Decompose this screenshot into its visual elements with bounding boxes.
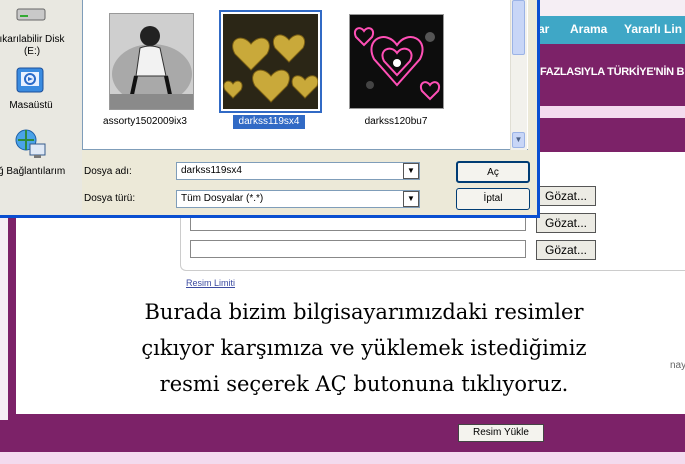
file-thumbnail-darkss119sx4[interactable] bbox=[223, 14, 318, 109]
drive-icon[interactable] bbox=[16, 6, 46, 22]
cancel-button[interactable]: İptal bbox=[456, 188, 530, 210]
pink-divider bbox=[530, 106, 685, 118]
tutorial-caption-text: Burada bizim bilgisayarımızdaki resimler… bbox=[70, 294, 658, 402]
places-item-removable-disk[interactable]: ıkarılabilir Disk bbox=[0, 34, 68, 45]
places-item-removable-disk-sub: (E:) bbox=[23, 46, 41, 57]
pink-hearts-image bbox=[350, 15, 443, 108]
caption-line-3: resmi seçerek AÇ butonuna tıklıyoruz. bbox=[159, 372, 569, 396]
filename-dropdown-icon[interactable]: ▼ bbox=[403, 163, 419, 179]
photo-image bbox=[110, 14, 193, 109]
file-path-field-3[interactable] bbox=[190, 240, 526, 258]
upload-image-button[interactable]: Resim Yükle bbox=[458, 424, 544, 442]
filetype-select[interactable]: Tüm Dosyalar (*.*) bbox=[176, 190, 420, 208]
browse-button-3[interactable]: Gözat... bbox=[536, 240, 596, 260]
file-thumbnail-assorty[interactable] bbox=[109, 13, 194, 110]
image-limit-legend: Resim Limiti bbox=[186, 278, 236, 288]
filetype-dropdown-icon[interactable]: ▼ bbox=[403, 191, 419, 207]
file-name-assorty[interactable]: assorty1502009ix3 bbox=[90, 116, 200, 127]
marquee-text: FAZLASIYLA TÜRKİYE'NİN B bbox=[540, 66, 685, 78]
browse-button-2[interactable]: Gözat... bbox=[536, 213, 596, 233]
nav-link-yararli-linkler[interactable]: Yararlı Lin bbox=[624, 22, 682, 36]
scrollbar-thumb[interactable] bbox=[512, 0, 525, 55]
caption-line-2: çıkıyor karşımıza ve yüklemek istediğimi… bbox=[141, 336, 587, 360]
scroll-down-icon[interactable]: ▼ bbox=[512, 132, 525, 148]
nav-link-arama[interactable]: Arama bbox=[570, 22, 607, 36]
section-header-bar bbox=[530, 118, 685, 152]
file-name-darkss120bu7[interactable]: darkss120bu7 bbox=[341, 116, 451, 127]
gold-hearts-image bbox=[223, 14, 318, 109]
places-item-desktop[interactable]: Masaüstü bbox=[0, 100, 62, 111]
filename-input[interactable]: darkss119sx4 bbox=[176, 162, 420, 180]
file-thumbnail-darkss120bu7[interactable] bbox=[349, 14, 444, 109]
open-button[interactable]: Aç bbox=[456, 161, 530, 183]
footer-strip bbox=[0, 452, 685, 464]
browse-button-1[interactable]: Gözat... bbox=[536, 186, 596, 206]
desktop-icon[interactable] bbox=[14, 66, 46, 96]
file-name-darkss119sx4[interactable]: darkss119sx4 bbox=[214, 116, 324, 127]
filetype-label: Dosya türü: bbox=[84, 193, 136, 204]
places-item-network-places[interactable]: ğ Bağlantılarım bbox=[0, 166, 74, 177]
filename-label: Dosya adı: bbox=[84, 166, 132, 177]
side-note-text: nay bbox=[670, 360, 685, 371]
network-icon[interactable] bbox=[14, 128, 48, 162]
caption-line-1: Burada bizim bilgisayarımızdaki resimler bbox=[144, 300, 584, 324]
